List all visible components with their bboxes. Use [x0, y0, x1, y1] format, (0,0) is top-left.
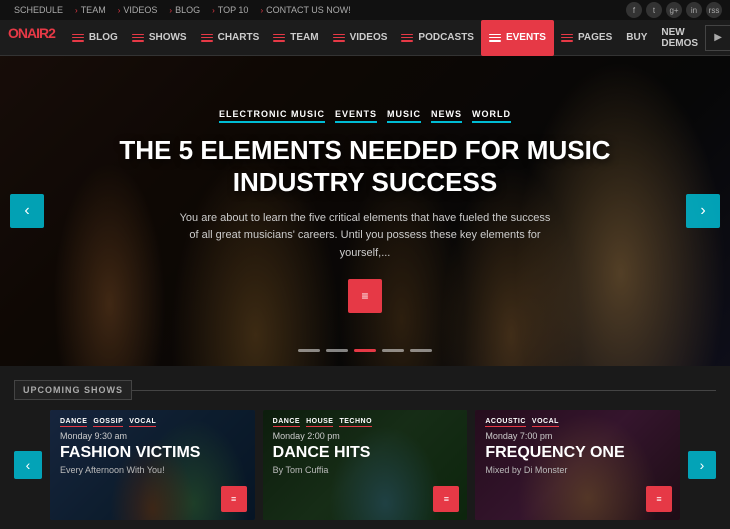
top-bar-nav: SCHEDULE › TEAM › VIDEOS › BLOG › TOP 10… — [8, 5, 357, 15]
nav-item-charts[interactable]: CHARTS — [194, 20, 267, 56]
show-title-2: DANCE HITS — [273, 444, 458, 462]
arrow-icon: › — [260, 6, 263, 15]
menu-icon — [201, 34, 213, 42]
rss-icon[interactable]: rss — [706, 2, 722, 18]
topbar-item-blog[interactable]: › BLOG — [163, 5, 206, 15]
show-title-3: FREQUENCY ONE — [485, 444, 670, 462]
shows-container: ‹ DANCE GOSSIP VOCAL Monday 9:30 am FASH… — [14, 410, 716, 520]
show-title-1: FASHION VICTIMS — [60, 444, 245, 462]
show-subtitle-2: By Tom Cuffia — [273, 465, 458, 475]
hero-tag-world[interactable]: WORLD — [472, 109, 511, 123]
show-tag-dance2[interactable]: DANCE — [273, 418, 300, 427]
menu-icon — [333, 34, 345, 42]
show-time-1: Monday 9:30 am — [60, 431, 245, 441]
bottom-section: UPCOMING SHOWS ‹ DANCE GOSSIP VOCAL Mond… — [0, 366, 730, 529]
menu-icon — [561, 34, 573, 42]
show-tag-techno[interactable]: TECHNO — [339, 418, 372, 427]
show-card-btn-1[interactable]: ≡ — [221, 486, 247, 512]
nav-items: BLOG SHOWS CHARTS TEAM VIDEOS PODCASTS E… — [65, 20, 705, 56]
menu-icon: ≡ — [444, 494, 449, 504]
show-card-tags-3: ACOUSTIC VOCAL — [485, 418, 670, 427]
hero-title: THE 5 ELEMENTS NEEDED FOR MUSIC INDUSTRY… — [100, 135, 630, 197]
hero-tag-events[interactable]: EVENTS — [335, 109, 377, 123]
slider-dot-4[interactable] — [382, 349, 404, 352]
menu-icon — [401, 34, 413, 42]
nav-item-shows[interactable]: SHOWS — [125, 20, 194, 56]
site-logo[interactable]: ONAIR2 — [8, 25, 55, 50]
arrow-icon: › — [212, 6, 215, 15]
hero-content: ELECTRONIC MUSIC EVENTS MUSIC NEWS WORLD… — [0, 56, 730, 366]
slider-dot-5[interactable] — [410, 349, 432, 352]
topbar-item-contact[interactable]: › CONTACT US NOW! — [254, 5, 356, 15]
nav-item-videos[interactable]: VIDEOS — [326, 20, 395, 56]
arrow-icon: › — [169, 6, 172, 15]
nav-item-events[interactable]: EVENTS — [481, 20, 554, 56]
hero-tag-news[interactable]: NEWS — [431, 109, 462, 123]
show-time-2: Monday 2:00 pm — [273, 431, 458, 441]
slider-prev-button[interactable]: ‹ — [10, 194, 44, 228]
menu-icon — [489, 34, 501, 42]
nav-item-new-demos[interactable]: NEW DEMOS — [654, 20, 705, 56]
show-tag-dance[interactable]: DANCE — [60, 418, 87, 427]
show-tag-vocal[interactable]: VOCAL — [129, 418, 156, 427]
main-navigation: ONAIR2 BLOG SHOWS CHARTS TEAM VIDEOS POD… — [0, 20, 730, 56]
arrow-icon: › — [118, 6, 121, 15]
menu-icon: ≡ — [231, 494, 236, 504]
facebook-icon[interactable]: f — [626, 2, 642, 18]
hero-slider: ELECTRONIC MUSIC EVENTS MUSIC NEWS WORLD… — [0, 56, 730, 366]
menu-icon — [132, 34, 144, 42]
topbar-item-top10[interactable]: › TOP 10 — [206, 5, 254, 15]
nav-right-controls: ▶ ⊞ 🔍 — [705, 25, 730, 51]
slider-dot-1[interactable] — [298, 349, 320, 352]
show-subtitle-3: Mixed by Di Monster — [485, 465, 670, 475]
linkedin-icon[interactable]: in — [686, 2, 702, 18]
header-divider — [132, 390, 716, 391]
social-icons: f t g+ in rss — [626, 2, 722, 18]
show-card-btn-2[interactable]: ≡ — [433, 486, 459, 512]
arrow-icon: › — [75, 6, 78, 15]
menu-icon: ≡ — [656, 494, 661, 504]
slider-next-button[interactable]: › — [686, 194, 720, 228]
topbar-item-schedule[interactable]: SCHEDULE — [8, 5, 69, 15]
top-bar: SCHEDULE › TEAM › VIDEOS › BLOG › TOP 10… — [0, 0, 730, 20]
topbar-item-team[interactable]: › TEAM — [69, 5, 112, 15]
show-card-tags-1: DANCE GOSSIP VOCAL — [60, 418, 245, 427]
hero-tag-electronic[interactable]: ELECTRONIC MUSIC — [219, 109, 325, 123]
show-tag-house[interactable]: HOUSE — [306, 418, 333, 427]
show-card-2[interactable]: DANCE HOUSE TECHNO Monday 2:00 pm DANCE … — [263, 410, 468, 520]
hero-read-more-button[interactable]: ≡ — [348, 279, 382, 313]
nav-item-buy[interactable]: BUY — [619, 20, 654, 56]
hero-description: You are about to learn the five critical… — [175, 210, 555, 263]
googleplus-icon[interactable]: g+ — [666, 2, 682, 18]
show-subtitle-1: Every Afternoon With You! — [60, 465, 245, 475]
shows-grid: DANCE GOSSIP VOCAL Monday 9:30 am FASHIO… — [50, 410, 680, 520]
shows-prev-button[interactable]: ‹ — [14, 451, 42, 479]
show-card-1[interactable]: DANCE GOSSIP VOCAL Monday 9:30 am FASHIO… — [50, 410, 255, 520]
slider-dot-2[interactable] — [326, 349, 348, 352]
shows-next-button[interactable]: › — [688, 451, 716, 479]
hero-tag-music[interactable]: MUSIC — [387, 109, 421, 123]
slider-dots — [298, 349, 432, 352]
menu-icon: ≡ — [361, 289, 368, 303]
show-card-btn-3[interactable]: ≡ — [646, 486, 672, 512]
nav-item-pages[interactable]: PAGES — [554, 20, 619, 56]
topbar-item-videos[interactable]: › VIDEOS — [112, 5, 164, 15]
show-time-3: Monday 7:00 pm — [485, 431, 670, 441]
menu-icon — [273, 34, 285, 42]
nav-item-blog[interactable]: BLOG — [65, 20, 125, 56]
show-tag-gossip[interactable]: GOSSIP — [93, 418, 123, 427]
nav-item-podcasts[interactable]: PODCASTS — [394, 20, 481, 56]
show-tag-vocal2[interactable]: VOCAL — [532, 418, 559, 427]
show-tag-acoustic[interactable]: ACOUSTIC — [485, 418, 526, 427]
upcoming-header: UPCOMING SHOWS — [14, 380, 716, 400]
upcoming-shows-label: UPCOMING SHOWS — [14, 380, 132, 400]
show-card-tags-2: DANCE HOUSE TECHNO — [273, 418, 458, 427]
twitter-icon[interactable]: t — [646, 2, 662, 18]
slider-dot-3[interactable] — [354, 349, 376, 352]
play-button[interactable]: ▶ — [705, 25, 730, 51]
menu-icon — [72, 34, 84, 42]
hero-tags: ELECTRONIC MUSIC EVENTS MUSIC NEWS WORLD — [219, 109, 511, 123]
nav-item-team[interactable]: TEAM — [266, 20, 325, 56]
show-card-3[interactable]: ACOUSTIC VOCAL Monday 7:00 pm FREQUENCY … — [475, 410, 680, 520]
